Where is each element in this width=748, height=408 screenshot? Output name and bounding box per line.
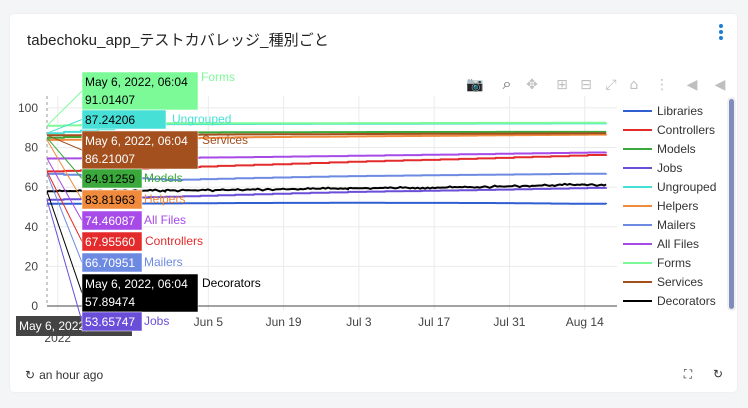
y-tick-label: 20	[25, 259, 39, 273]
tooltip-value: 86.21007	[85, 152, 135, 166]
x-tick-label: Jun 5	[194, 315, 224, 329]
tooltip-value: 66.70951	[85, 256, 135, 270]
legend-label[interactable]: Libraries	[657, 104, 703, 118]
camera-icon[interactable]: 📷	[466, 77, 483, 93]
tooltip-series-name: Controllers	[145, 234, 203, 248]
legend-label[interactable]: Forms	[657, 256, 691, 270]
x-tick-label: Jul 3	[346, 315, 372, 329]
spikelines-icon[interactable]: ⋮	[655, 77, 669, 93]
tooltip-value: 67.95560	[85, 235, 135, 249]
pan-icon[interactable]: ✥	[526, 77, 538, 93]
legend-label[interactable]: Decorators	[657, 294, 716, 308]
tooltip-series-name: Services	[202, 133, 248, 147]
x-tick-label: Jul 17	[418, 315, 450, 329]
legend-label[interactable]: All Files	[657, 237, 699, 251]
tooltip-series-name: Jobs	[144, 314, 169, 328]
tooltip-value: 83.81963	[85, 193, 135, 207]
legend-label[interactable]: Jobs	[657, 161, 682, 175]
tooltip-value: 87.24206	[85, 113, 135, 127]
y-tick-label: 0	[31, 299, 38, 313]
legend-label[interactable]: Helpers	[657, 199, 698, 213]
tooltip-series-name: Helpers	[144, 192, 185, 206]
tooltip-date: May 6, 2022, 06:04	[85, 134, 188, 148]
tooltip-series-name: Ungrouped	[172, 112, 231, 126]
zoom-out-icon[interactable]: ⊟	[580, 77, 592, 93]
tooltip-pointer	[46, 158, 83, 221]
y-tick-label: 80	[25, 141, 39, 155]
legend-scrollbar-thumb[interactable]	[729, 99, 734, 309]
legend-label[interactable]: Controllers	[657, 123, 715, 137]
legend-label[interactable]: Models	[657, 142, 696, 156]
x-tick-label: Jun 19	[266, 315, 302, 329]
x-tick-label: Jul 31	[493, 315, 525, 329]
tooltip-value: 57.89474	[85, 295, 135, 309]
home-icon[interactable]: ⌂	[630, 77, 639, 93]
tooltip-series-name: Mailers	[144, 255, 183, 269]
zoom-icon[interactable]: ⌕	[503, 74, 512, 93]
tooltip-value: 53.65747	[85, 315, 135, 329]
tooltip-series-name: Forms	[201, 70, 235, 84]
tooltip-series-name: All Files	[144, 213, 186, 227]
tooltip-date: May 6, 2022, 06:04	[85, 277, 188, 291]
chart-svg[interactable]: 020406080100May 82022Jun 5Jun 19Jul 3Jul…	[0, 0, 748, 408]
tooltip-series-name: Models	[144, 171, 183, 185]
tooltip-date: May 6, 2022, 06:04	[85, 75, 188, 89]
hover-compare-icon[interactable]: ◀	[715, 77, 726, 93]
y-tick-label: 40	[25, 220, 39, 234]
x-tick-label: Aug 14	[566, 315, 604, 329]
hover-closest-icon[interactable]: ◀	[687, 77, 698, 93]
legend-label[interactable]: Ungrouped	[657, 180, 716, 194]
legend-label[interactable]: Services	[657, 275, 703, 289]
autoscale-icon[interactable]: ⤢	[605, 77, 616, 93]
zoom-in-icon[interactable]: ⊞	[556, 77, 568, 93]
tooltip-series-name: Decorators	[202, 276, 261, 290]
y-tick-label: 60	[25, 180, 39, 194]
y-tick-label: 100	[18, 101, 38, 115]
tooltip-value: 84.91259	[85, 172, 135, 186]
legend-label[interactable]: Mailers	[657, 218, 696, 232]
tooltip-value: 91.01407	[85, 93, 135, 107]
tooltip-value: 74.46087	[85, 214, 135, 228]
